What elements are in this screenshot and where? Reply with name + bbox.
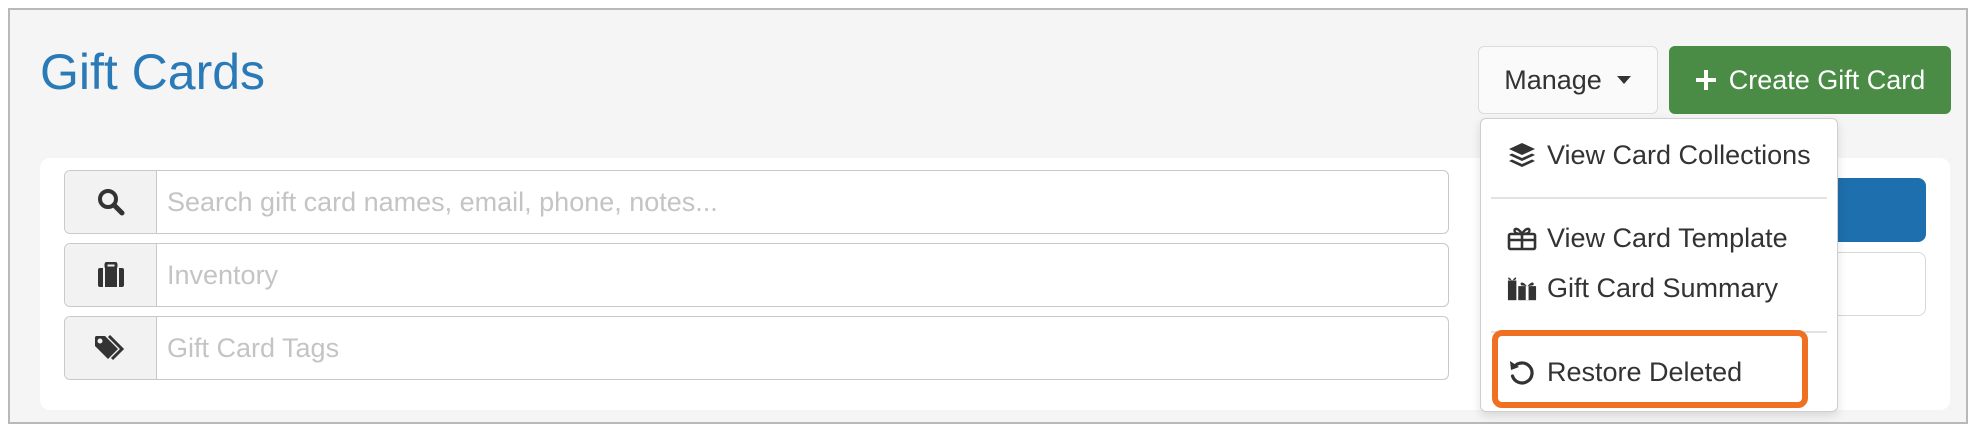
inventory-input[interactable] bbox=[157, 244, 1448, 306]
tags-field bbox=[64, 316, 1449, 380]
search-addon bbox=[65, 171, 157, 233]
tags-input[interactable] bbox=[157, 317, 1448, 379]
create-gift-card-button[interactable]: Create Gift Card bbox=[1669, 46, 1951, 114]
menu-item-label: Restore Deleted bbox=[1547, 356, 1743, 387]
search-icon bbox=[97, 189, 124, 216]
menu-item-label: View Card Template bbox=[1547, 222, 1788, 253]
manage-dropdown-button[interactable]: Manage bbox=[1478, 46, 1658, 114]
search-input[interactable] bbox=[157, 171, 1448, 233]
caret-down-icon bbox=[1616, 76, 1631, 84]
plus-icon bbox=[1695, 70, 1716, 90]
menu-item-label: View Card Collections bbox=[1547, 139, 1811, 170]
manage-dropdown-menu: View Card Collections View Card Template bbox=[1480, 118, 1838, 412]
manage-label: Manage bbox=[1504, 64, 1602, 95]
create-gift-card-label: Create Gift Card bbox=[1728, 64, 1926, 95]
menu-divider bbox=[1491, 331, 1827, 333]
page-title: Gift Cards bbox=[40, 44, 266, 100]
inventory-field bbox=[64, 243, 1449, 307]
search-field bbox=[64, 170, 1449, 234]
menu-item-view-card-template[interactable]: View Card Template bbox=[1481, 215, 1837, 261]
gift-icon bbox=[1507, 223, 1537, 253]
menu-divider bbox=[1491, 197, 1827, 199]
tags-icon bbox=[94, 335, 124, 361]
undo-icon bbox=[1507, 357, 1537, 387]
gifts-icon bbox=[1507, 273, 1537, 303]
menu-item-restore-deleted[interactable]: Restore Deleted bbox=[1481, 349, 1837, 395]
menu-item-label: Gift Card Summary bbox=[1547, 272, 1779, 303]
page-frame: Gift Cards Manage Create Gift Card Searc… bbox=[8, 8, 1968, 424]
menu-item-view-card-collections[interactable]: View Card Collections bbox=[1481, 132, 1837, 178]
menu-item-gift-card-summary[interactable]: Gift Card Summary bbox=[1481, 265, 1837, 311]
briefcase-icon bbox=[97, 262, 124, 287]
tags-addon bbox=[65, 317, 157, 379]
inventory-addon bbox=[65, 244, 157, 306]
layers-icon bbox=[1507, 140, 1537, 170]
